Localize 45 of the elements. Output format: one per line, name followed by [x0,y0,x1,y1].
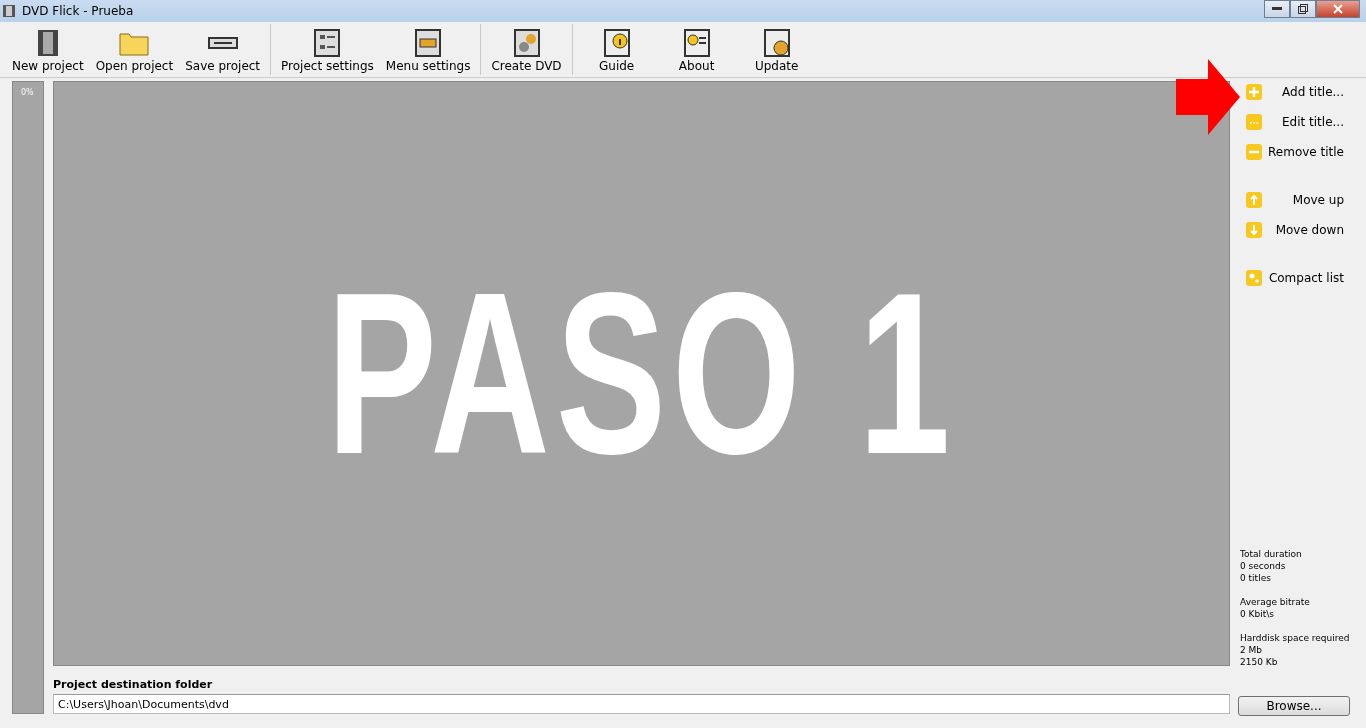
browse-button[interactable]: Browse... [1238,696,1350,716]
window-title: DVD Flick - Prueba [22,4,134,18]
action-button[interactable]: Move down [1246,221,1344,239]
restore-icon [1298,4,1308,14]
toolbar-button[interactable]: Open project [89,22,180,77]
action-button[interactable]: Add title... [1246,83,1344,101]
compact-icon [1246,270,1262,286]
stat-text: 0 seconds [1240,560,1287,572]
action-button[interactable]: Edit title... [1246,113,1344,131]
destination-field[interactable]: C:\Users\Jhoan\Documents\dvd [53,694,1230,714]
person-icon [681,29,712,57]
toolbar-button[interactable]: Menu settings [379,22,477,77]
stat-text: Total duration [1240,548,1303,560]
settings-icon [312,29,343,57]
minimize-button[interactable] [1264,0,1290,18]
stat-text: Average bitrate [1240,596,1311,608]
toolbar-button[interactable]: Update [736,22,817,77]
maximize-button[interactable] [1290,0,1316,18]
action-button[interactable]: Move up [1246,191,1344,209]
progress-reading: 0% [21,88,34,97]
annotation-text: PASO 1 [326,258,957,489]
toolbar-button[interactable]: Project settings [275,22,380,77]
stat-text: 2150 Kb [1240,656,1279,668]
destination-label: Project destination folder [53,678,214,691]
close-icon [1333,4,1343,14]
stat-text: 2 Mb [1240,644,1264,656]
minus-icon [1246,144,1262,160]
action-button[interactable]: Compact list [1246,269,1344,287]
plus-icon [1246,84,1262,100]
toolbar-button[interactable]: New project [6,22,90,77]
menu-icon [413,29,444,57]
minimize-icon [1272,7,1282,11]
toolbar-button[interactable]: Guide [576,22,657,77]
stat-text: 0 Kbit\s [1240,608,1275,620]
document-icon [761,29,792,57]
stat-text: 0 titles [1240,572,1272,584]
close-button[interactable] [1316,0,1360,18]
toolbar-button[interactable]: Create DVD [485,22,568,77]
film-icon [2,4,16,18]
ellipsis-icon [1246,114,1262,130]
action-button[interactable]: Remove title [1246,143,1344,161]
toolbar-button[interactable]: About [656,22,737,77]
toolbar-button[interactable]: Save project [179,22,267,77]
info-icon [601,29,632,57]
stat-text: Harddisk space required [1240,632,1351,644]
